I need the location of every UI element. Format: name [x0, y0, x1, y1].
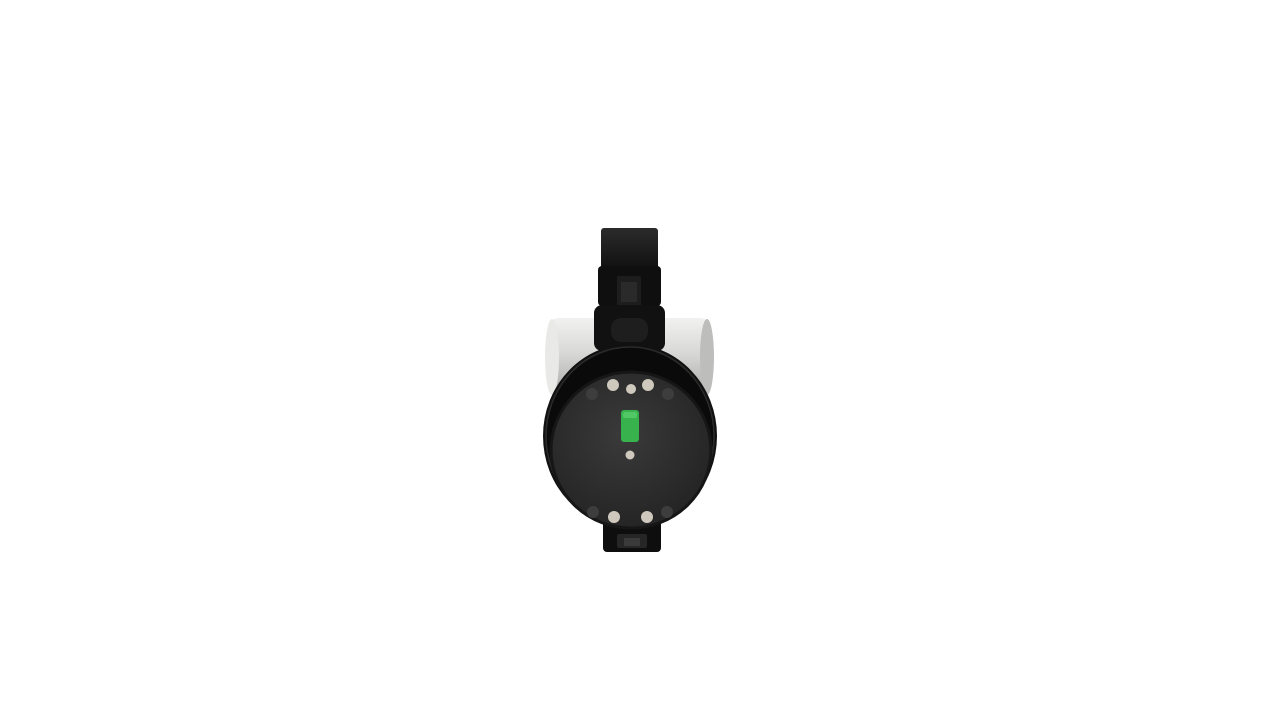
robotic-joint-module — [543, 228, 717, 552]
status-led — [621, 410, 639, 442]
scene — [0, 0, 1280, 719]
indicator-dot — [625, 450, 635, 460]
face-plate — [549, 370, 713, 530]
top-bracket — [594, 228, 665, 351]
